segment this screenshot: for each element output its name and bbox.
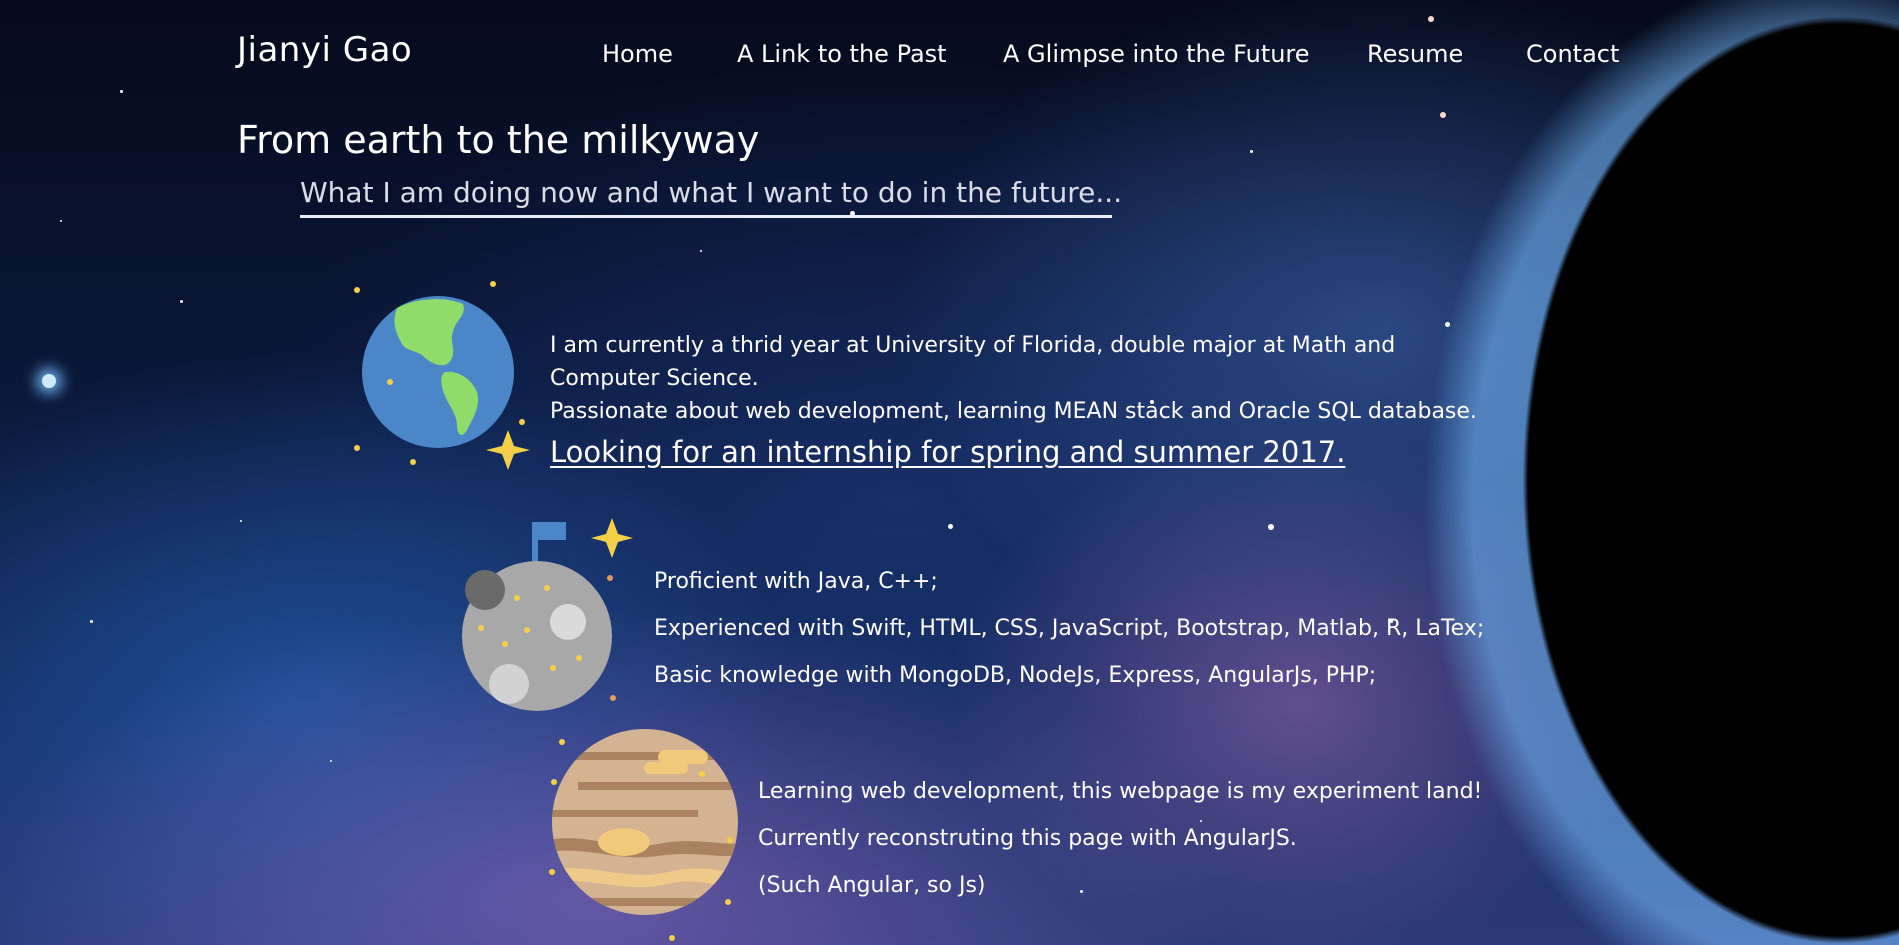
bright-star xyxy=(42,374,56,388)
earth-line-1: I am currently a thrid year at Universit… xyxy=(550,333,1396,358)
page-subtitle: What I am doing now and what I want to d… xyxy=(300,176,1122,218)
earth-line-2: Computer Science. xyxy=(550,366,759,391)
earth-icon xyxy=(354,281,530,470)
earth-section: I am currently a thrid year at Universit… xyxy=(550,329,1477,472)
nav-home[interactable]: Home xyxy=(602,40,673,68)
star xyxy=(240,520,242,522)
nav-resume[interactable]: Resume xyxy=(1367,40,1463,68)
page-title: From earth to the milkyway xyxy=(237,118,760,162)
nav-contact[interactable]: Contact xyxy=(1526,40,1619,68)
brand-link[interactable]: Jianyi Gao xyxy=(237,30,412,70)
jupiter-icon xyxy=(549,729,738,941)
internship-link[interactable]: Looking for an internship for spring and… xyxy=(550,436,1345,469)
moon-line-2: Experienced with Swift, HTML, CSS, JavaS… xyxy=(654,616,1485,641)
star xyxy=(948,524,953,529)
nav-glimpse-into-the-future[interactable]: A Glimpse into the Future xyxy=(1003,40,1310,68)
moon-line-3: Basic knowledge with MongoDB, NodeJs, Ex… xyxy=(654,663,1377,688)
star xyxy=(90,620,93,623)
star xyxy=(700,250,702,252)
star xyxy=(1250,150,1253,153)
jupiter-line-2: Currently reconstruting this page with A… xyxy=(758,826,1297,851)
star xyxy=(60,220,62,222)
moon-line-1: Proficient with Java, C++; xyxy=(654,569,938,594)
star xyxy=(1268,524,1274,530)
nav-link-to-the-past[interactable]: A Link to the Past xyxy=(737,40,947,68)
star xyxy=(330,760,332,762)
earth-line-3: Passionate about web development, learni… xyxy=(550,399,1477,424)
top-navbar: Jianyi Gao Home A Link to the Past A Gli… xyxy=(0,0,1899,104)
star xyxy=(1440,112,1446,118)
star xyxy=(1445,322,1450,327)
moon-section: Proficient with Java, C++; Experienced w… xyxy=(654,565,1484,706)
jupiter-line-3: (Such Angular, so Js) xyxy=(758,873,986,898)
jupiter-section: Learning web development, this webpage i… xyxy=(758,775,1482,916)
star xyxy=(180,300,183,303)
moon-flag-icon xyxy=(462,518,633,711)
jupiter-line-1: Learning web development, this webpage i… xyxy=(758,779,1483,804)
